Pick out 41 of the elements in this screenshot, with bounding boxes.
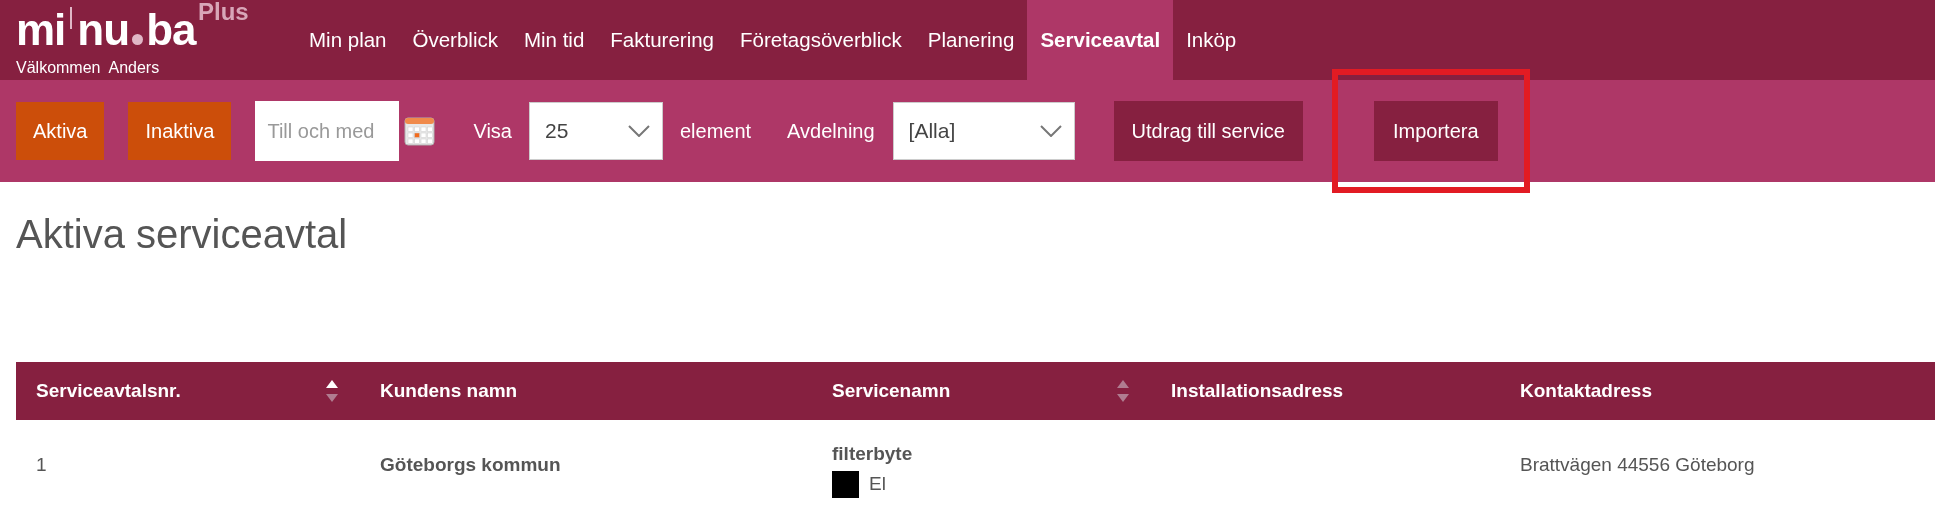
calendar-icon[interactable] xyxy=(404,116,436,146)
nav-tab[interactable]: Min tid xyxy=(510,0,598,80)
column-label: Kundens namn xyxy=(380,380,518,402)
nav-tab[interactable]: Min plan xyxy=(296,0,400,80)
nav-tab[interactable]: Överblick xyxy=(399,0,511,80)
column-header[interactable]: Kundens namn xyxy=(360,362,812,420)
column-header[interactable]: Kontaktadress xyxy=(1500,362,1935,420)
table-cell: Brattvägen 44556 Göteborg xyxy=(1520,454,1755,476)
chevron-down-icon xyxy=(1039,125,1062,137)
nav-tab[interactable]: Planering xyxy=(914,0,1028,80)
column-header[interactable]: Serviceavtalsnr. xyxy=(16,362,360,420)
customer-name: Göteborgs kommun xyxy=(380,454,561,476)
welcome-text: Välkommen Anders xyxy=(16,59,161,77)
action-button[interactable]: Importera xyxy=(1374,101,1498,161)
column-label: Installationsadress xyxy=(1171,380,1344,402)
sort-icon[interactable] xyxy=(326,380,338,402)
column-header[interactable]: Servicenamn xyxy=(812,362,1151,420)
filter-button[interactable]: Inaktiva xyxy=(128,102,232,160)
service-type: El xyxy=(869,473,886,495)
logo: mi nu ba xyxy=(16,5,196,56)
filter-button[interactable]: Aktiva xyxy=(16,102,105,160)
nav-tab[interactable]: Fakturering xyxy=(597,0,727,80)
nav-tab[interactable]: Företagsöverblick xyxy=(727,0,915,80)
department-label: Avdelning xyxy=(787,119,875,143)
date-field[interactable]: Till och med xyxy=(255,101,400,161)
chevron-down-icon xyxy=(627,125,650,137)
table-cell: 1 xyxy=(36,454,47,476)
department-select[interactable]: [Alla] xyxy=(892,102,1075,160)
page-size-select[interactable]: 25 xyxy=(528,102,663,160)
column-label: Servicenamn xyxy=(832,380,951,402)
service-name: filterbyte xyxy=(832,442,913,465)
page-title: Aktiva serviceavtal xyxy=(16,212,349,258)
column-label: Kontaktadress xyxy=(1520,380,1652,402)
element-label: element xyxy=(679,119,752,143)
column-label: Serviceavtalsnr. xyxy=(36,380,181,402)
action-button[interactable]: Utdrag till service xyxy=(1113,101,1303,161)
nav-tab[interactable]: Serviceavtal xyxy=(1027,0,1174,80)
logo-plus-text: Plus xyxy=(198,0,249,24)
column-header[interactable]: Installationsadress xyxy=(1151,362,1500,420)
nav-tab[interactable]: Inköp xyxy=(1173,0,1250,80)
show-label: Visa xyxy=(473,119,512,143)
